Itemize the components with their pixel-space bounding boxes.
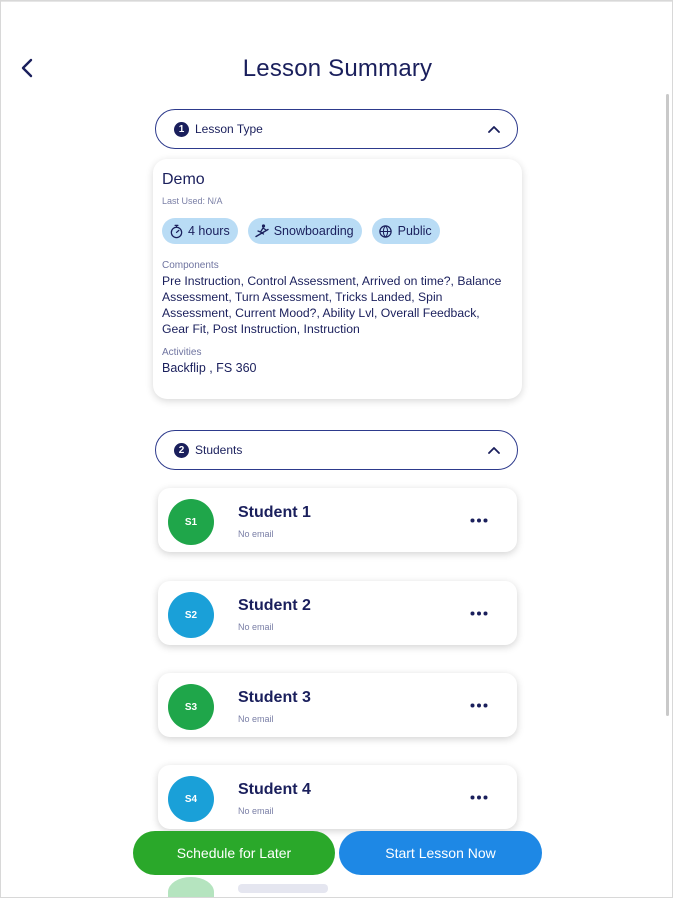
top-divider — [1, 1, 672, 2]
student-name: Student 3 — [238, 689, 311, 706]
students-section-toggle[interactable]: 2 Students — [155, 430, 518, 470]
components-label: Components — [162, 260, 219, 271]
more-dots-icon — [470, 611, 488, 615]
duration-chip: 4 hours — [162, 218, 238, 244]
avatar: S1 — [168, 499, 214, 545]
more-dots-icon — [470, 518, 488, 522]
section-label: Students — [195, 443, 243, 457]
start-lesson-now-button[interactable]: Start Lesson Now — [339, 831, 542, 875]
student-email: No email — [238, 622, 274, 632]
lesson-name: Demo — [162, 171, 205, 188]
student-name: Student 4 — [238, 781, 311, 798]
activities-list: Backflip , FS 360 — [162, 361, 257, 375]
student-name: Student 1 — [238, 504, 311, 521]
student-name-placeholder — [238, 884, 328, 893]
student-card[interactable]: S2 Student 2 No email — [158, 581, 517, 645]
lesson-chips: 4 hours Snowboarding Public — [162, 218, 513, 244]
snowboarder-icon — [254, 223, 270, 239]
student-email: No email — [238, 714, 274, 724]
section-label: Lesson Type — [195, 122, 263, 136]
student-email: No email — [238, 806, 274, 816]
sport-label: Snowboarding — [273, 224, 354, 238]
sport-chip: Snowboarding — [247, 218, 362, 244]
section-number-badge: 2 — [174, 442, 189, 458]
lesson-summary-screen: Lesson Summary 1 Lesson Type Demo Last U… — [0, 0, 673, 898]
more-options-button[interactable] — [467, 785, 491, 809]
components-list: Pre Instruction, Control Assessment, Arr… — [162, 274, 502, 336]
lesson-type-card: Demo Last Used: N/A 4 hours Snowboarding… — [153, 159, 522, 399]
last-used-text: Last Used: N/A — [162, 196, 223, 206]
globe-icon — [378, 223, 394, 239]
stopwatch-icon — [168, 223, 184, 239]
student-email: No email — [238, 529, 274, 539]
schedule-for-later-button[interactable]: Schedule for Later — [133, 831, 335, 875]
visibility-chip: Public — [371, 218, 440, 244]
page-title: Lesson Summary — [242, 55, 433, 82]
student-card[interactable]: S4 Student 4 No email — [158, 765, 517, 829]
lesson-type-section-toggle[interactable]: 1 Lesson Type — [155, 109, 518, 149]
more-options-button[interactable] — [467, 693, 491, 717]
avatar: S2 — [168, 592, 214, 638]
student-card[interactable]: S1 Student 1 No email — [158, 488, 517, 552]
chevron-up-icon — [487, 122, 501, 136]
student-card-partial — [158, 877, 517, 897]
chevron-up-icon — [487, 443, 501, 457]
more-options-button[interactable] — [467, 508, 491, 532]
avatar — [168, 877, 214, 897]
visibility-label: Public — [397, 224, 432, 238]
scrollbar[interactable] — [666, 94, 669, 716]
more-options-button[interactable] — [467, 601, 491, 625]
student-card[interactable]: S3 Student 3 No email — [158, 673, 517, 737]
activities-label: Activities — [162, 347, 202, 358]
duration-label: 4 hours — [188, 224, 230, 238]
student-name: Student 2 — [238, 597, 311, 614]
more-dots-icon — [470, 703, 488, 707]
avatar: S4 — [168, 776, 214, 822]
more-dots-icon — [470, 795, 488, 799]
avatar: S3 — [168, 684, 214, 730]
section-number-badge: 1 — [174, 121, 189, 137]
